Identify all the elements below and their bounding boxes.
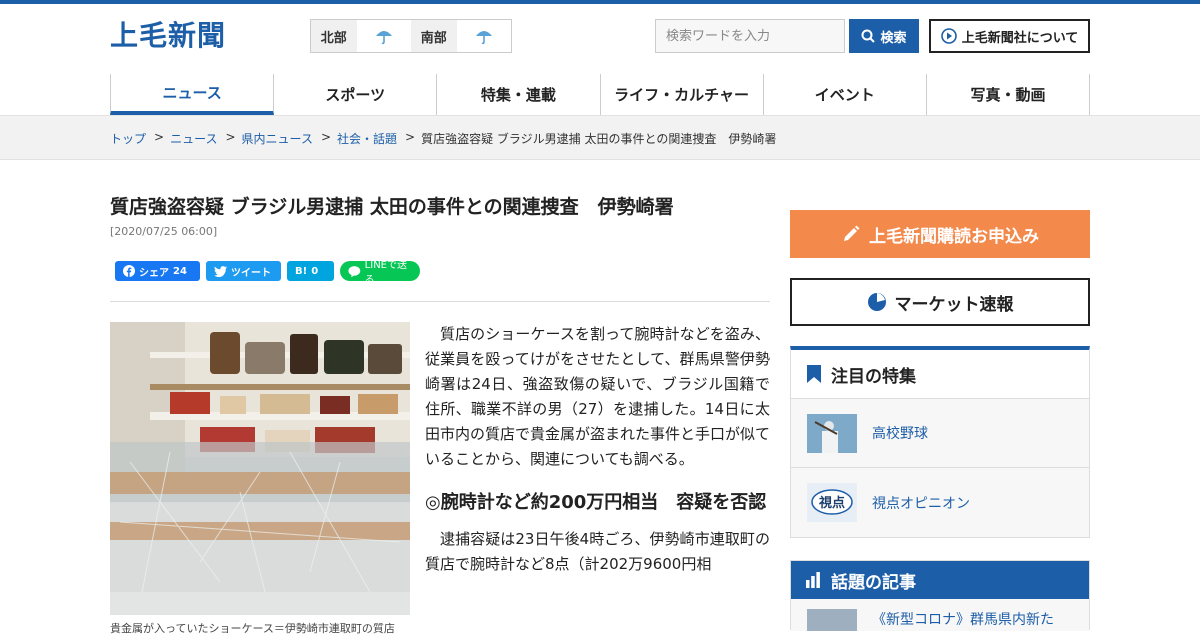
featured-section: 注目の特集 高校野球 視点 視点オピニオン xyxy=(790,346,1090,538)
breadcrumb-separator: > xyxy=(320,130,332,144)
tab-sports[interactable]: スポーツ xyxy=(274,74,438,115)
tab-photo-video[interactable]: 写真・動画 xyxy=(927,74,1091,115)
article-body: 質店のショーケースを割って腕時計などを盗み、従業員を殴ってけがをさせたとして、群… xyxy=(425,322,770,577)
hatena-count: 0 xyxy=(311,265,319,277)
main-nav: ニュース スポーツ 特集・連載 ライフ・カルチャー イベント 写真・動画 xyxy=(110,74,1091,115)
weather-widget: 北部 南部 xyxy=(310,19,512,53)
umbrella-icon xyxy=(457,20,511,52)
market-report-button[interactable]: マーケット速報 xyxy=(790,278,1090,326)
trending-thumbnail xyxy=(807,609,857,631)
search-button-label: 検索 xyxy=(880,30,907,46)
market-report-label: マーケット速報 xyxy=(894,294,1014,315)
breadcrumb-bar: トップ > ニュース > 県内ニュース > 社会・話題 > 質店強盗容疑 ブラジ… xyxy=(0,115,1200,160)
pencil-icon xyxy=(844,225,860,241)
about-button-label: 上毛新聞社について xyxy=(961,30,1079,46)
facebook-share-count: 24 xyxy=(173,265,187,277)
search-button[interactable]: 検索 xyxy=(849,19,919,53)
bar-chart-icon xyxy=(806,572,820,588)
hatena-bookmark-button[interactable]: B! 0 xyxy=(287,261,334,281)
article-paragraph: 逮捕容疑は23日午後4時ごろ、伊勢崎市連取町の質店で腕時計など8点（計202万9… xyxy=(425,530,770,573)
weather-region-north[interactable]: 北部 xyxy=(311,20,357,52)
trending-item-label: 《新型コロナ》群馬県内新た xyxy=(872,612,1054,628)
twitter-bird-icon xyxy=(214,265,227,277)
twitter-share-button[interactable]: ツイート xyxy=(206,261,281,281)
twitter-share-label: ツイート xyxy=(231,267,271,279)
breadcrumb-current: 質店強盗容疑 ブラジル男逮捕 太田の事件との関連捜査 伊勢崎署 xyxy=(421,132,777,146)
shiten-logo-image: 視点 xyxy=(807,483,857,522)
article-date: [2020/07/25 06:00] xyxy=(110,225,218,238)
breadcrumb-separator: > xyxy=(225,130,236,144)
site-header: 上毛新聞 北部 南部 検索 上毛新聞社について xyxy=(0,4,1200,70)
facebook-share-button[interactable]: シェア 24 xyxy=(115,261,200,281)
trending-header: 話題の記事 xyxy=(791,561,1089,599)
share-buttons: シェア 24 ツイート B! 0 LINEで送る xyxy=(115,260,420,286)
featured-item-label: 視点オピニオン xyxy=(872,495,970,512)
trending-title: 話題の記事 xyxy=(831,572,916,593)
bookmark-icon xyxy=(807,365,821,383)
facebook-share-label: シェア xyxy=(139,267,169,279)
weather-region-south[interactable]: 南部 xyxy=(411,20,457,52)
breadcrumb-separator: > xyxy=(154,130,165,144)
subscribe-label: 上毛新聞購読お申込み xyxy=(869,226,1039,247)
tab-life-culture[interactable]: ライフ・カルチャー xyxy=(601,74,764,115)
baseball-player-image xyxy=(807,413,857,453)
pie-chart-icon xyxy=(867,293,886,311)
umbrella-icon xyxy=(357,20,411,52)
featured-title: 注目の特集 xyxy=(831,366,916,387)
site-logo[interactable]: 上毛新聞 xyxy=(110,14,226,54)
line-icon xyxy=(348,265,361,277)
breadcrumb-top[interactable]: トップ xyxy=(110,130,146,147)
shiten-badge: 視点 xyxy=(818,495,845,511)
trending-item[interactable]: 《新型コロナ》群馬県内新た xyxy=(791,599,1089,631)
tab-events[interactable]: イベント xyxy=(764,74,927,115)
featured-item-label: 高校野球 xyxy=(872,426,928,442)
tab-news[interactable]: ニュース xyxy=(110,74,275,115)
line-share-label: LINEで送る xyxy=(364,260,407,286)
featured-header: 注目の特集 xyxy=(791,350,1089,399)
featured-item-opinion[interactable]: 視点 視点オピニオン xyxy=(791,468,1089,537)
article-subheading: ◎腕時計など約200万円相当 容疑を否認 xyxy=(425,492,767,513)
facebook-icon xyxy=(123,265,135,277)
trending-section: 話題の記事 《新型コロナ》群馬県内新た xyxy=(790,560,1090,631)
breadcrumb-society[interactable]: 社会・話題 xyxy=(337,130,397,147)
article-paragraph: 質店のショーケースを割って腕時計などを盗み、従業員を殴ってけがをさせたとして、群… xyxy=(425,325,771,468)
featured-item-baseball[interactable]: 高校野球 xyxy=(791,399,1089,468)
hatena-icon: B! xyxy=(295,265,308,277)
play-circle-icon xyxy=(940,28,957,44)
article-photo[interactable] xyxy=(110,322,410,615)
breadcrumb-news[interactable]: ニュース xyxy=(170,130,217,147)
subscribe-button[interactable]: 上毛新聞購読お申込み xyxy=(790,210,1090,258)
about-company-button[interactable]: 上毛新聞社について xyxy=(929,19,1090,53)
breadcrumb: トップ > ニュース > 県内ニュース > 社会・話題 > 質店強盗容疑 ブラジ… xyxy=(110,130,776,147)
line-share-button[interactable]: LINEで送る xyxy=(340,260,420,286)
search-icon xyxy=(861,29,876,43)
tab-features[interactable]: 特集・連載 xyxy=(437,74,601,115)
article-title: 質店強盗容疑 ブラジル男逮捕 太田の事件との関連捜査 伊勢崎署 xyxy=(110,196,674,218)
photo-caption: 貴金属が入っていたショーケース＝伊勢崎市連取町の質店 xyxy=(110,622,395,635)
breadcrumb-local-news[interactable]: 県内ニュース xyxy=(242,130,313,147)
breadcrumb-separator: > xyxy=(405,130,416,144)
search-input[interactable] xyxy=(655,19,845,53)
divider xyxy=(110,301,770,302)
